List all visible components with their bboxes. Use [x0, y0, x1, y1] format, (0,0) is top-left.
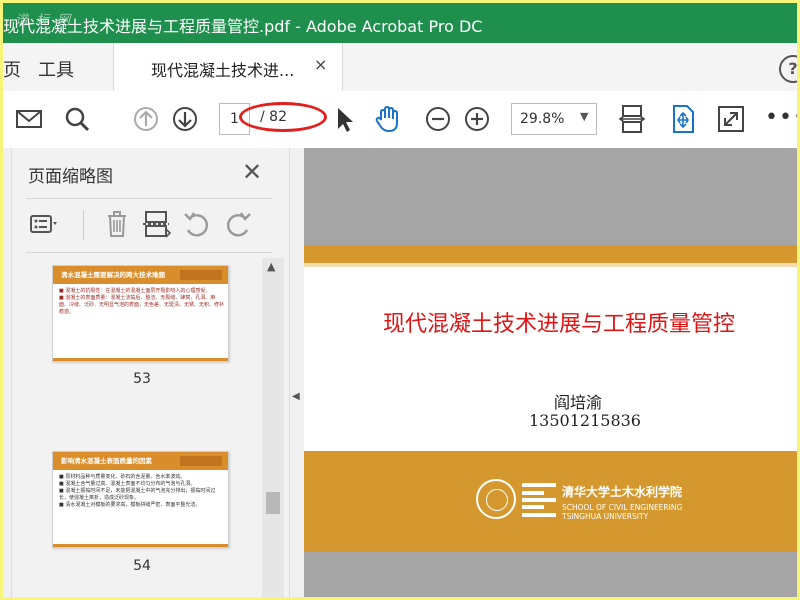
- thumbnail-body: ■ 混凝土的抗裂性：在混凝土的混凝土面层开裂影响人的心理感受。 ■ 混凝土的表面…: [59, 288, 224, 316]
- acrobat-window: 现代混凝土技术进展与工程质量管控.pdf - Adobe Acrobat Pro…: [3, 3, 797, 597]
- school-logo-icon: [522, 483, 556, 517]
- divider: [26, 198, 272, 199]
- chevron-down-icon: ▼: [580, 110, 589, 123]
- thumbnail-logo: [180, 270, 222, 280]
- search-icon[interactable]: [61, 103, 93, 135]
- options-menu-icon[interactable]: [28, 206, 60, 242]
- scrollbar-thumb[interactable]: [266, 492, 280, 514]
- tab-close-icon[interactable]: ×: [314, 55, 327, 74]
- thumbnail-line: ■ 混凝土的抗裂性：在混凝土的混凝土面层开裂影响人的心理感受。: [59, 288, 211, 294]
- page-thumbnail[interactable]: 影响清水混凝土表面质量的因素 ■ 原材料品种与质量变化、砂石的含泥量、含水率波动…: [52, 451, 229, 548]
- tab-tools[interactable]: 工具: [38, 56, 74, 82]
- thumbnail-footer: [53, 544, 228, 547]
- zoom-value: 29.8%: [520, 111, 565, 127]
- school-name-en: SCHOOL OF CIVIL ENGINEERING TSINGHUA UNI…: [562, 503, 682, 521]
- university-seal-icon: [476, 479, 516, 519]
- fit-page-icon[interactable]: [616, 103, 648, 135]
- document-view[interactable]: 现代混凝土技术进展与工程质量管控 阎培渝 13501215836 清华大学土木水…: [304, 148, 797, 597]
- thumbnail-footer: [53, 358, 228, 361]
- zoom-in-icon[interactable]: [461, 103, 493, 135]
- thumbnail-logo: [180, 456, 222, 466]
- more-options-icon[interactable]: •••: [765, 105, 797, 130]
- watermark: 谱 标 网: [15, 13, 73, 28]
- email-icon[interactable]: [13, 103, 45, 135]
- window-title: 现代混凝土技术进展与工程质量管控.pdf - Adobe Acrobat Pro…: [3, 17, 483, 36]
- panel-splitter[interactable]: ◀: [289, 148, 305, 597]
- toolbar-separator: [83, 210, 84, 240]
- panel-title: 页面缩略图: [28, 167, 113, 187]
- slide-top-band: [304, 245, 797, 263]
- scroll-mode-icon[interactable]: [667, 103, 699, 135]
- page-thumbnails-panel: 页面缩略图 ✕ 清水混凝土需要解决的两大技术难题 ■ 混凝土的抗裂性：在混凝土的…: [12, 148, 289, 597]
- school-name-cn: 清华大学土木水利学院: [562, 485, 683, 499]
- page-thumbnail[interactable]: 清水混凝土需要解决的两大技术难题 ■ 混凝土的抗裂性：在混凝土的混凝土面层开裂影…: [52, 265, 229, 362]
- zoom-select[interactable]: 29.8% ▼: [511, 103, 597, 135]
- thumbnail-line: ■ 混凝土振捣时间不足，未能把混凝土中的气泡充分排出；振捣时间过长，使混凝土离析…: [59, 488, 216, 501]
- tab-home[interactable]: 页: [3, 56, 21, 82]
- navigation-strip: [3, 148, 12, 597]
- tab-document-label: 现代混凝土技术进...: [151, 61, 295, 80]
- tab-document[interactable]: 现代混凝土技术进... ×: [113, 43, 343, 91]
- school-name-en-line1: SCHOOL OF CIVIL ENGINEERING: [562, 503, 683, 512]
- thumbnail-line: ■ 原材料品种与质量变化、砂石的含泥量、含水率波动。: [59, 474, 186, 480]
- select-cursor-icon[interactable]: [328, 103, 360, 135]
- thumbnail-body: ■ 原材料品种与质量变化、砂石的含泥量、含水率波动。 ■ 混凝土含气量过高、混凝…: [59, 474, 224, 509]
- thumbnail-line: ■ 清水混凝土对模板的要求高，模板拼缝严密、表面平整光洁。: [59, 502, 201, 508]
- delete-icon[interactable]: [101, 206, 133, 242]
- slide-author: 阎培渝: [554, 393, 603, 412]
- school-name-en-line2: TSINGHUA UNIVERSITY: [562, 512, 649, 521]
- extract-pages-icon[interactable]: [140, 206, 172, 242]
- full-screen-icon[interactable]: [715, 103, 747, 135]
- panel-close-icon[interactable]: ✕: [242, 158, 262, 186]
- rotate-clockwise-icon[interactable]: [223, 206, 255, 242]
- next-page-icon[interactable]: [169, 103, 201, 135]
- help-icon[interactable]: ?: [779, 55, 797, 83]
- thumbnail-line: ■ 混凝土含气量过高、混凝土表面不均匀分布的气泡与孔洞。: [59, 481, 196, 487]
- tab-bar: 页 工具 现代混凝土技术进... × ?: [3, 43, 797, 92]
- pdf-page: 现代混凝土技术进展与工程质量管控 阎培渝 13501215836 清华大学土木水…: [304, 245, 797, 552]
- slide-top-band-light: [304, 263, 797, 267]
- rotate-counterclockwise-icon[interactable]: [180, 206, 212, 242]
- slide-phone: 13501215836: [529, 411, 641, 430]
- highlight-annotation: [239, 102, 327, 132]
- zoom-out-icon[interactable]: [422, 103, 454, 135]
- hand-tool-icon[interactable]: [372, 103, 404, 135]
- thumbnails-scrollbar[interactable]: ▲: [262, 258, 284, 597]
- previous-page-icon[interactable]: [130, 103, 162, 135]
- slide-title: 现代混凝土技术进展与工程质量管控: [383, 312, 736, 337]
- collapse-panel-icon[interactable]: ◀: [292, 391, 300, 402]
- thumbnail-line: ■ 混凝土的表面质量：混凝土浇捣后、整洁、无裂缝、蜂窝、孔洞、麻面、冷缝、泛砂、…: [59, 295, 225, 315]
- title-bar: 现代混凝土技术进展与工程质量管控.pdf - Adobe Acrobat Pro…: [3, 3, 797, 43]
- thumbnail-page-number: 54: [133, 558, 151, 574]
- toolbar: 1 / 82 29.8% ▼ ••: [3, 91, 797, 149]
- divider: [26, 252, 272, 253]
- scroll-up-icon[interactable]: ▲: [267, 260, 275, 273]
- thumbnail-page-number: 53: [133, 371, 151, 387]
